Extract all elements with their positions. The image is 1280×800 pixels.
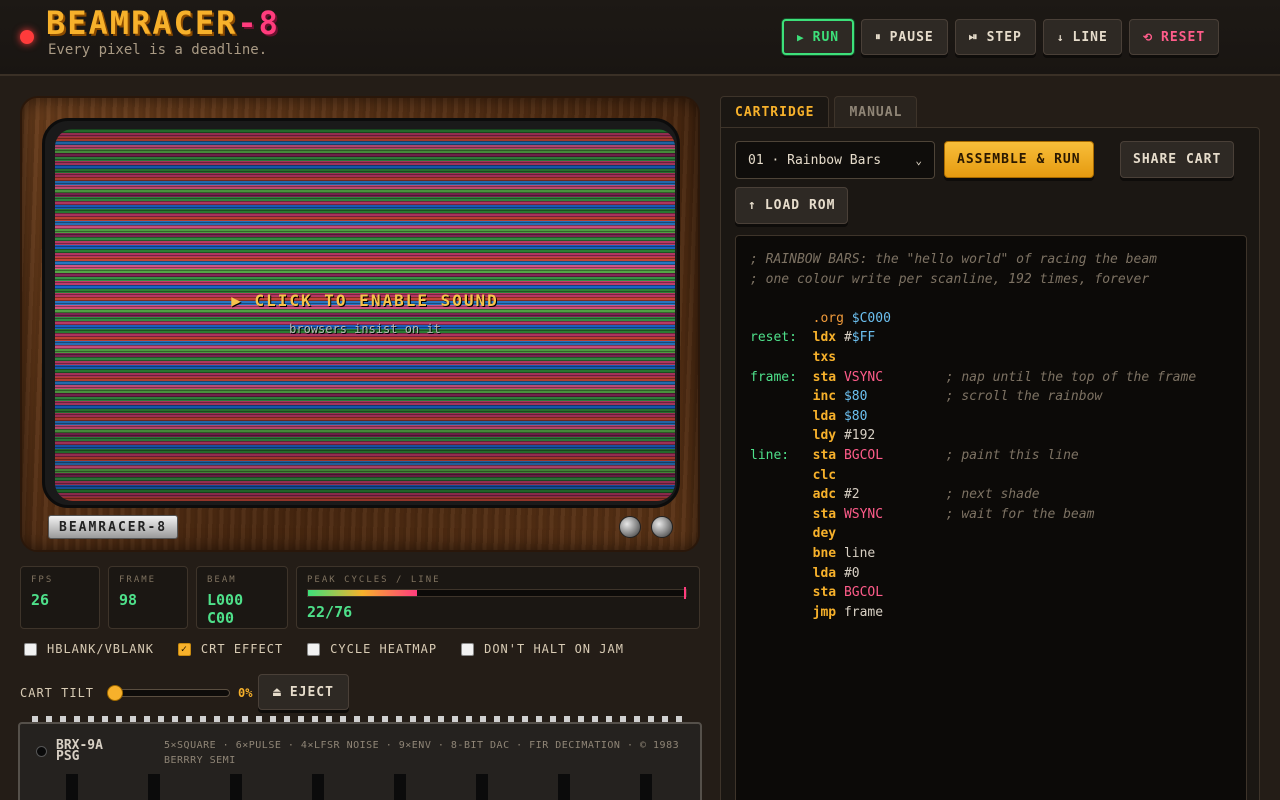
peak-cycles-value: 22/76	[307, 603, 353, 621]
eject-button[interactable]: ⏏ EJECT	[258, 674, 349, 710]
frame-value: 98	[119, 591, 138, 609]
fps-stat: FPS 26	[20, 566, 100, 629]
load-rom-button[interactable]: ↑ LOAD ROM	[735, 187, 849, 224]
up-arrow-icon: ↑	[748, 198, 757, 213]
eject-icon: ⏏	[273, 684, 282, 700]
code-line: line: sta BGCOL ; paint this line	[750, 447, 1079, 463]
code-line: reset: ldx #$FF	[750, 330, 876, 346]
share-cart-button[interactable]: SHARE CART	[1120, 141, 1235, 178]
crt-television: ▶ CLICK TO ENABLE SOUND browsers insist …	[20, 96, 700, 552]
panel-tabs: CARTRIDGE MANUAL	[720, 96, 918, 128]
step-button[interactable]: ⏯ STEP	[954, 19, 1036, 55]
code-line: sta WSYNC ; wait for the beam	[812, 506, 1095, 522]
cycle-heatmap-checkbox[interactable]	[307, 642, 321, 656]
record-led-icon	[20, 30, 34, 44]
code-line: sta BGCOL	[812, 585, 884, 601]
code-line: dey	[812, 526, 837, 542]
tv-knob-right-icon[interactable]	[651, 516, 673, 538]
tab-manual[interactable]: MANUAL	[834, 96, 918, 128]
chip-notch-icon	[36, 746, 47, 757]
code-comment: ; RAINBOW BARS: the "hello world" of rac…	[750, 252, 1157, 267]
dont-halt-option[interactable]: DON'T HALT ON JAM	[461, 642, 624, 656]
cart-select[interactable]: 01 · Rainbow Bars ⌄	[735, 141, 935, 179]
code-line: txs	[812, 349, 837, 365]
peak-cycles-meter-fill	[308, 590, 418, 596]
code-editor[interactable]: ; RAINBOW BARS: the "hello world" of rac…	[735, 235, 1247, 800]
cart-tilt-value: 0%	[238, 686, 253, 700]
tv-brand-badge: BEAMRACER-8	[48, 515, 179, 539]
chip-name: BRX-9A PSG	[56, 738, 103, 764]
beam-value: L000 C00	[207, 591, 244, 627]
display-options: HBLANK/VBLANK ✓ CRT EFFECT CYCLE HEATMAP …	[24, 642, 624, 656]
fps-value: 26	[31, 591, 50, 609]
play-icon: ▶	[797, 30, 805, 44]
enable-sound-prompt[interactable]: ▶ CLICK TO ENABLE SOUND	[55, 291, 675, 310]
peak-cycles-meter	[307, 587, 687, 599]
reset-icon: ⟲	[1142, 30, 1154, 44]
down-arrow-icon: ↓	[1056, 30, 1065, 44]
code-line: frame: sta VSYNC ; nap until the top of …	[750, 369, 1197, 385]
app-header: BEAMRACER-8 Every pixel is a deadline. ▶…	[0, 0, 1280, 76]
cycle-heatmap-option[interactable]: CYCLE HEATMAP	[307, 642, 437, 656]
crt-effect-option[interactable]: ✓ CRT EFFECT	[177, 642, 283, 656]
cartridge-panel: 01 · Rainbow Bars ⌄ ASSEMBLE & RUN SHARE …	[720, 127, 1260, 800]
cart-tilt-slider-thumb[interactable]	[107, 685, 124, 701]
psg-chip: BRX-9A PSG 5×SQUARE · 6×PULSE · 4×LFSR N…	[18, 722, 702, 800]
pause-button[interactable]: ⏸ PAUSE	[861, 19, 948, 55]
pause-icon: ⏸	[875, 30, 882, 43]
code-line: clc	[812, 467, 837, 483]
code-line: lda #0	[812, 565, 860, 581]
peak-cycles-limit-marker	[684, 587, 686, 599]
app-tagline: Every pixel is a deadline.	[48, 42, 268, 58]
crt-effect-checkbox[interactable]: ✓	[177, 642, 191, 656]
enable-sound-subtext: browsers insist on it	[289, 322, 441, 336]
chevron-down-icon: ⌄	[915, 153, 922, 167]
run-button[interactable]: ▶ RUN	[782, 19, 855, 55]
dont-halt-checkbox[interactable]	[461, 642, 475, 656]
cart-tilt-control: CART TILT 0%	[20, 685, 253, 701]
code-line: .org $C000	[812, 310, 891, 326]
hblank-vblank-checkbox[interactable]	[24, 642, 37, 656]
hblank-vblank-option[interactable]: HBLANK/VBLANK	[24, 642, 154, 656]
code-comment: ; one colour write per scanline, 192 tim…	[750, 271, 1150, 287]
assemble-run-button[interactable]: ASSEMBLE & RUN	[944, 141, 1094, 178]
beam-stat: BEAM L000 C00	[196, 566, 288, 629]
code-line: lda $80	[812, 408, 868, 424]
line-button[interactable]: ↓ LINE	[1042, 19, 1122, 55]
chip-legs	[66, 774, 666, 800]
code-line: adc #2 ; next shade	[812, 487, 1040, 503]
cart-tilt-slider[interactable]	[107, 685, 231, 701]
tab-cartridge[interactable]: CARTRIDGE	[720, 96, 830, 128]
code-line: jmp frame	[812, 604, 884, 620]
code-line: bne line	[812, 545, 876, 561]
chip-spec: 5×SQUARE · 6×PULSE · 4×LFSR NOISE · 9×EN…	[164, 740, 680, 766]
emulator-screen[interactable]: ▶ CLICK TO ENABLE SOUND browsers insist …	[55, 129, 675, 501]
tv-knob-left-icon[interactable]	[619, 516, 641, 538]
app-title: BEAMRACER-8	[46, 4, 280, 42]
transport-toolbar: ▶ RUN ⏸ PAUSE ⏯ STEP ↓ LINE ⟲ RESET	[782, 19, 1220, 55]
frame-stat: FRAME 98	[108, 566, 188, 629]
code-line: inc $80 ; scroll the rainbow	[812, 389, 1103, 405]
step-icon: ⏯	[968, 30, 979, 43]
tv-bezel: ▶ CLICK TO ENABLE SOUND browsers insist …	[42, 118, 680, 508]
reset-button[interactable]: ⟲ RESET	[1128, 19, 1220, 55]
code-line: ldy #192	[812, 428, 876, 444]
peak-cycles-stat: PEAK CYCLES / LINE 22/76	[296, 566, 700, 629]
